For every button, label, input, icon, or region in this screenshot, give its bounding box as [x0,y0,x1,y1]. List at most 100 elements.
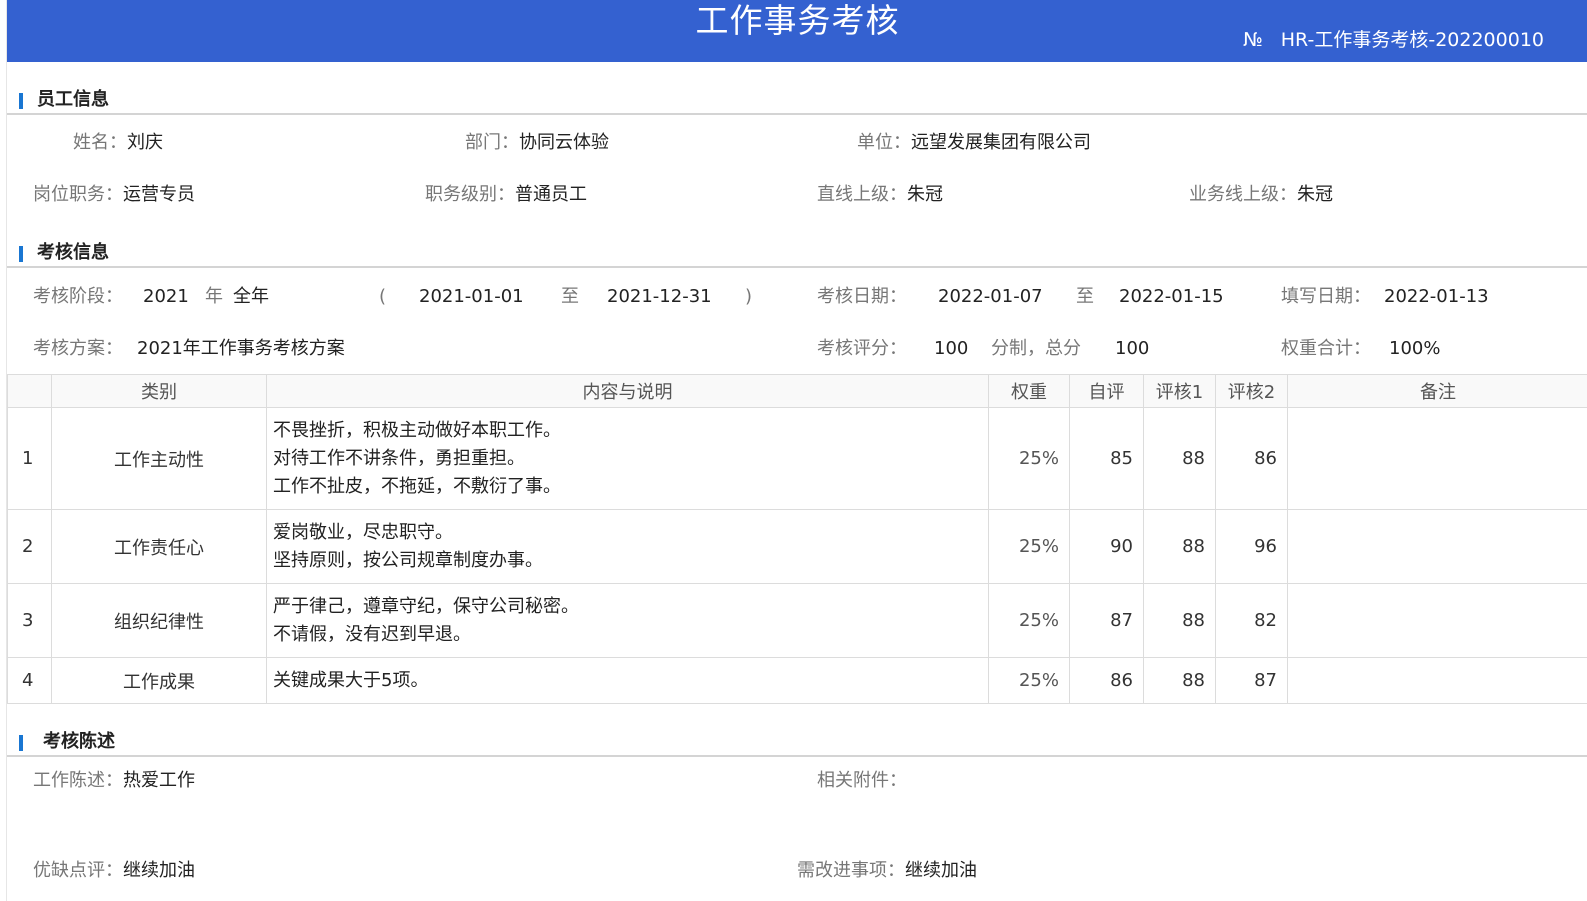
period-start-date: 2021-01-01 [419,286,524,307]
attachments-field: 相关附件： [817,769,907,793]
section-divider [7,113,1587,115]
job-level-label: 职务级别： [425,184,515,205]
row-note [1287,407,1587,510]
row-weight: 25% [988,509,1070,584]
assessment-start-date: 2022-01-07 [938,286,1043,307]
row-description: 不畏挫折，积极主动做好本职工作。 对待工作不讲条件，勇担重担。 工作不扯皮，不拖… [266,407,989,510]
unit-field: 单位：远望发展集团有限公司 [857,131,1091,155]
header-review2: 评核2 [1215,374,1288,408]
period-year-unit: 年 [205,286,223,307]
plan-label: 考核方案： [33,338,123,359]
row-review1-score: 88 [1143,583,1216,658]
score-label: 考核评分： [817,338,907,359]
improvements-value: 继续加油 [905,860,977,881]
improvements-label: 需改进事项： [797,860,905,881]
period-label: 考核阶段： [33,286,123,307]
period-paren-close: ) [745,286,753,307]
unit-value: 远望发展集团有限公司 [911,132,1091,153]
row-self-score: 87 [1069,583,1144,658]
merits-value: 继续加油 [123,860,195,881]
merits-field: 优缺点评：继续加油 [33,859,195,883]
name-value: 刘庆 [127,132,163,153]
position-value: 运营专员 [123,184,195,205]
description-line: 严于律己，遵章守纪，保守公司秘密。 [273,595,579,617]
score-system-unit: 分制，总分 [991,338,1081,359]
business-supervisor-value: 朱冠 [1297,184,1333,205]
row-index: 1 [7,407,52,510]
row-note [1287,509,1587,584]
row-self-score: 86 [1069,657,1144,704]
row-category: 组织纪律性 [51,583,267,658]
header-note: 备注 [1287,374,1587,408]
row-index: 2 [7,509,52,584]
description-line: 关键成果大于5项。 [273,669,429,691]
row-review2-score: 86 [1215,407,1288,510]
row-weight: 25% [988,407,1070,510]
merits-label: 优缺点评： [33,860,123,881]
assessment-date-label: 考核日期： [817,286,907,307]
work-statement-field: 工作陈述：热爱工作 [33,769,195,793]
section-divider [7,266,1587,268]
header-weight: 权重 [988,374,1070,408]
row-category: 工作责任心 [51,509,267,584]
improvements-field: 需改进事项：继续加油 [797,859,977,883]
department-label: 部门： [465,132,519,153]
assessment-end-date: 2022-01-15 [1119,286,1224,307]
weight-total-value: 100% [1389,338,1441,359]
statement-section-header: 考核陈述 [7,727,1587,757]
business-supervisor-field: 业务线上级：朱冠 [1189,183,1333,207]
row-note [1287,583,1587,658]
section-accent-bar [19,246,23,262]
header-content: 内容与说明 [266,374,989,408]
fill-date-value: 2022-01-13 [1384,286,1489,307]
section-accent-bar [19,735,23,751]
document-number: № HR-工作事务考核-202200010 [1243,28,1544,52]
description-line: 不畏挫折，积极主动做好本职工作。 [273,419,561,441]
row-self-score: 85 [1069,407,1144,510]
header-review1: 评核1 [1143,374,1216,408]
document-number-value: HR-工作事务考核-202200010 [1280,29,1544,51]
work-statement-value: 热爱工作 [123,770,195,791]
row-review2-score: 96 [1215,509,1288,584]
row-note [1287,657,1587,704]
row-review1-score: 88 [1143,509,1216,584]
table-row: 2 工作责任心 爱岗敬业，尽忠职守。 坚持原则，按公司规章制度办事。 25% 9… [7,509,1587,584]
row-category: 工作成果 [51,657,267,704]
table-row: 4 工作成果 关键成果大于5项。 25% 86 88 87 [7,657,1587,704]
description-line: 对待工作不讲条件，勇担重担。 [273,447,525,469]
assessment-section-title: 考核信息 [37,242,109,263]
period-end-date: 2021-12-31 [607,286,712,307]
description-line: 爱岗敬业，尽忠职守。 [273,521,453,543]
business-supervisor-label: 业务线上级： [1189,184,1297,205]
name-field: 姓名：刘庆 [73,131,163,155]
table-header-row: 类别 内容与说明 权重 自评 评核1 评核2 备注 [7,374,1587,408]
period-year: 2021 [143,286,189,307]
plan-value: 2021年工作事务考核方案 [137,338,345,359]
row-review2-score: 82 [1215,583,1288,658]
period-scope: 全年 [233,286,269,307]
row-weight: 25% [988,583,1070,658]
period-to: 至 [561,286,579,307]
description-line: 不请假，没有迟到早退。 [273,623,471,645]
weight-total-label: 权重合计： [1281,338,1371,359]
row-index: 3 [7,583,52,658]
form-header: 工作事务考核 № HR-工作事务考核-202200010 [7,0,1587,62]
attachments-label: 相关附件： [817,770,907,791]
row-review2-score: 87 [1215,657,1288,704]
assessment-date-to: 至 [1076,286,1094,307]
table-row: 3 组织纪律性 严于律己，遵章守纪，保守公司秘密。 不请假，没有迟到早退。 25… [7,583,1587,658]
row-index: 4 [7,657,52,704]
direct-supervisor-label: 直线上级： [817,184,907,205]
score-total-value: 100 [1115,338,1150,359]
name-label: 姓名： [73,132,127,153]
department-field: 部门：协同云体验 [465,131,609,155]
row-review1-score: 88 [1143,657,1216,704]
department-value: 协同云体验 [519,132,609,153]
row-weight: 25% [988,657,1070,704]
assessment-section-header: 考核信息 [7,238,1587,268]
assessment-form: 工作事务考核 № HR-工作事务考核-202200010 员工信息 姓名：刘庆 部… [6,0,1587,901]
position-field: 岗位职务：运营专员 [33,183,195,207]
section-accent-bar [19,93,23,109]
row-description: 严于律己，遵章守纪，保守公司秘密。 不请假，没有迟到早退。 [266,583,989,658]
header-index [7,374,52,408]
